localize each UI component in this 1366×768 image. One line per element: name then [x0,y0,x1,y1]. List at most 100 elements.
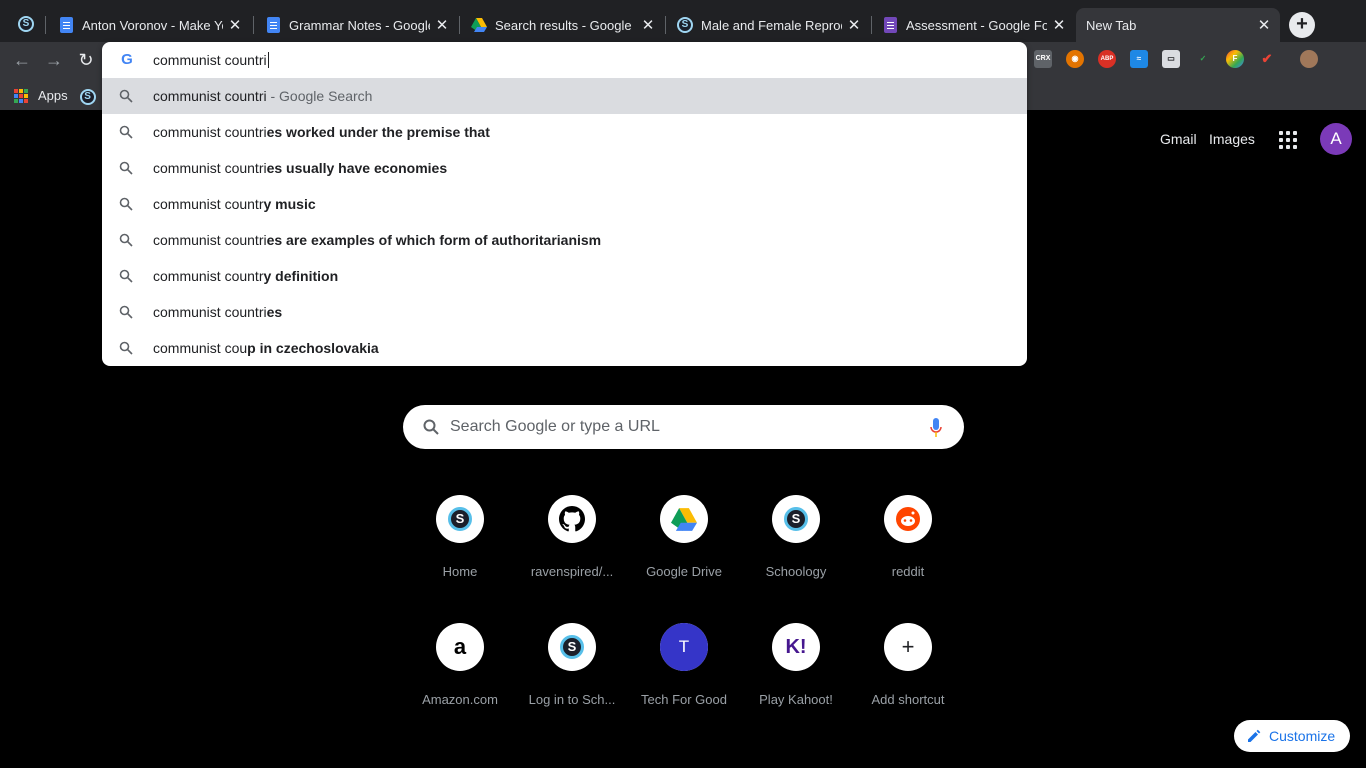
adblock-plus-icon[interactable]: ABP [1098,50,1116,68]
omnibox-input[interactable]: G communist countri [102,42,1027,78]
suggestion-typed: communist countri [153,124,267,140]
plus-icon[interactable]: + [884,623,932,671]
search-placeholder[interactable]: Search Google or type a URL [450,418,660,436]
omnibox-suggestion[interactable]: communist countries worked under the pre… [102,114,1027,150]
reload-button[interactable]: ↻ [76,50,96,70]
profile-avatar-icon[interactable] [1300,50,1318,68]
suggestion-completion: es worked under the premise that [266,124,490,140]
wave-extension-icon[interactable]: ≈ [1130,50,1148,68]
tab-title: Assessment - Google For [906,17,1047,33]
apps-bookmark[interactable]: Apps S [14,86,96,105]
forward-button[interactable]: → [44,50,64,70]
suggestion-completion: es [266,304,283,320]
search-icon [119,197,133,211]
shortcut-label: Log in to Sch... [528,692,616,707]
close-icon[interactable]: ✕ [640,16,656,34]
omnibox-suggestion[interactable]: communist country definition [102,258,1027,294]
omnibox-suggestion[interactable]: communist countries [102,294,1027,330]
suggestion-completion: y music [263,196,316,212]
drive-icon[interactable] [660,495,708,543]
shortcut-label: Tech For Good [641,692,727,707]
suggestion-completion: p in czechoslovakia [247,340,379,356]
shortcut-tile[interactable]: Google Drive [628,495,740,607]
google-g-icon: G [121,51,133,68]
tab-title: Male and Female Reprod [701,17,842,33]
forms-icon [882,17,898,33]
tab-assessment-forms[interactable]: Assessment - Google For ✕ [872,8,1075,42]
omnibox-dropdown: G communist countri communist countri - … [102,42,1027,366]
shortcut-label: Amazon.com [422,692,498,707]
apps-grid-icon [14,88,28,103]
shortcut-tile[interactable]: S Log in to Sch... [516,623,628,735]
omnibox-suggestion[interactable]: communist countri - Google Search [102,78,1027,114]
color-extension-icon[interactable]: F [1226,50,1244,68]
customize-button[interactable]: Customize [1234,720,1350,752]
search-icon [119,305,133,319]
tab-search-results-drive[interactable]: Search results - Google D ✕ [461,8,664,42]
shortcut-label: Home [442,564,478,579]
google-apps-icon[interactable] [1279,131,1297,149]
amazon-icon[interactable]: a [436,623,484,671]
schoology-bookmark-icon[interactable]: S [79,86,96,105]
suggestion-text: communist countries [153,304,282,320]
close-icon[interactable]: ✕ [846,16,862,34]
schoology-icon[interactable]: S [436,495,484,543]
tab-title: Anton Voronov - Make Yo [82,17,223,33]
suggestion-typed: communist countr [153,268,264,284]
omnibox-text[interactable]: communist countri [153,52,269,68]
close-icon[interactable]: ✕ [227,16,243,34]
crx-extension-icon[interactable]: CRX [1034,50,1052,68]
owl-extension-icon[interactable]: ◉ [1066,50,1084,68]
reddit-icon[interactable] [884,495,932,543]
extensions-bar: CRX ◉ ABP ≈ ▭ ✓ F ✔ [1034,50,1334,70]
shortcut-tile[interactable]: S Home [404,495,516,607]
suggestion-typed: communist countr [153,196,264,212]
tab-grammar-notes[interactable]: Grammar Notes - Google ✕ [255,8,458,42]
search-icon [119,341,133,355]
shortcut-tile[interactable]: S Schoology [740,495,852,607]
shortcut-tile[interactable]: T Tech For Good [628,623,740,735]
suggestion-typed: communist countri [153,304,267,320]
omnibox-suggestion[interactable]: communist countries are examples of whic… [102,222,1027,258]
tab-new-tab[interactable]: New Tab ✕ [1076,8,1280,42]
shortcut-tile[interactable]: reddit [852,495,964,607]
omnibox-suggestion[interactable]: communist country music [102,186,1027,222]
new-tab-button[interactable]: + [1289,12,1315,38]
leaf-extension-icon[interactable]: ✓ [1194,50,1212,68]
kahoot-icon[interactable]: K! [772,623,820,671]
shortcut-tile[interactable]: + Add shortcut [852,623,964,735]
suggestion-text: communist countries usually have economi… [153,160,447,176]
account-avatar[interactable]: A [1320,123,1352,155]
schoology-icon[interactable]: S [548,623,596,671]
suggestion-text: communist coup in czechoslovakia [153,340,379,356]
search-box[interactable]: Search Google or type a URL [403,405,964,449]
briefcase-extension-icon[interactable]: ▭ [1162,50,1180,68]
letter-t-icon[interactable]: T [660,623,708,671]
schoology-icon: S [677,17,693,33]
shortcut-tile[interactable]: ravenspired/... [516,495,628,607]
tab-title: Grammar Notes - Google [289,17,430,33]
docs-icon [58,17,74,33]
shortcut-tile[interactable]: K! Play Kahoot! [740,623,852,735]
shortcut-label: Add shortcut [871,692,945,707]
close-icon[interactable]: ✕ [434,16,450,34]
omnibox-suggestion[interactable]: communist coup in czechoslovakia [102,330,1027,366]
search-icon [423,419,439,435]
schoology-icon[interactable]: S [772,495,820,543]
close-icon[interactable]: ✕ [1051,16,1067,34]
back-button[interactable]: ← [12,50,32,70]
omnibox-suggestion[interactable]: communist countries usually have economi… [102,150,1027,186]
tab-male-female-reproduction[interactable]: S Male and Female Reprod ✕ [667,8,870,42]
microphone-icon[interactable] [930,418,942,438]
tab-title: Search results - Google D [495,17,636,33]
gmail-link[interactable]: Gmail [1160,131,1197,147]
close-icon[interactable]: ✕ [1256,16,1272,34]
github-icon[interactable] [548,495,596,543]
checkmark-extension-icon[interactable]: ✔ [1258,50,1276,68]
shortcut-tile[interactable]: a Amazon.com [404,623,516,735]
images-link[interactable]: Images [1209,131,1255,147]
tab-separator [253,16,254,34]
suggestion-text: communist countries worked under the pre… [153,124,490,140]
tab-anton-voronov[interactable]: Anton Voronov - Make Yo ✕ [48,8,251,42]
schoology-icon[interactable]: S [18,16,34,32]
